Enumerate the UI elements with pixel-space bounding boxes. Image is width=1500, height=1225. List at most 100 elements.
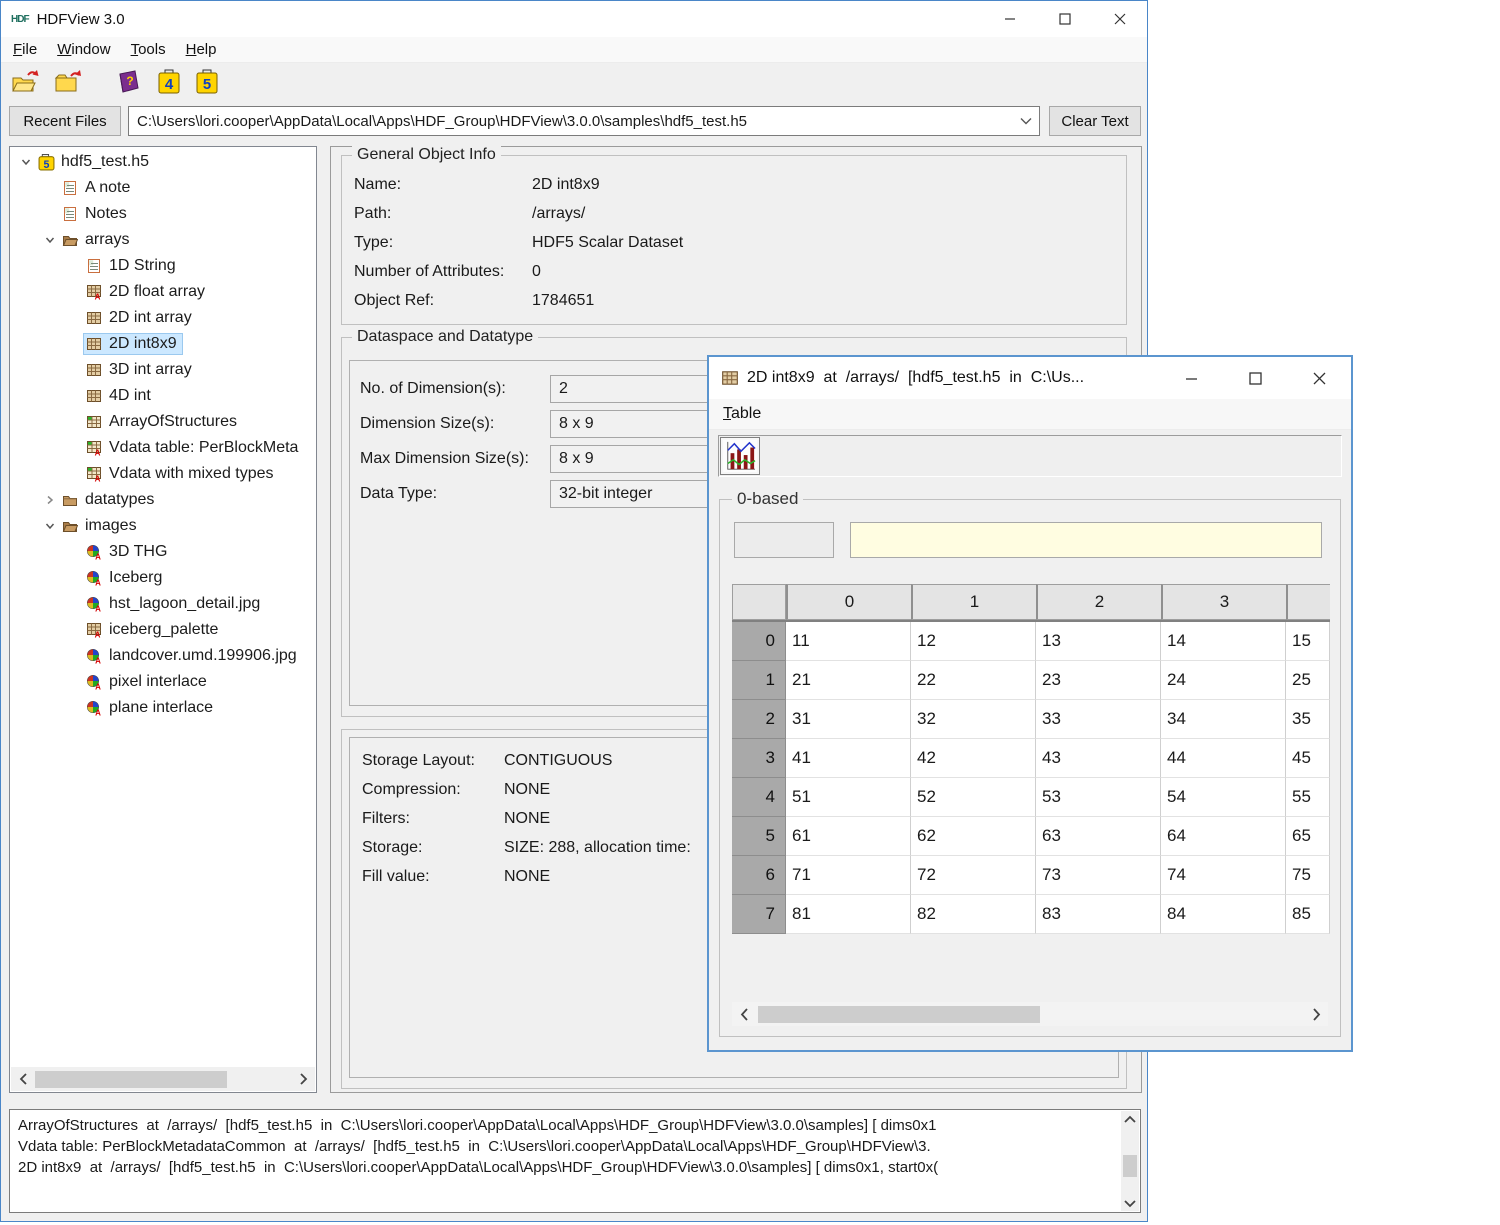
cell-r0c2[interactable]: 13 — [1036, 622, 1161, 661]
expander-closed-icon[interactable] — [40, 494, 60, 506]
tree-item-images[interactable]: images — [10, 513, 314, 539]
cell-value-field[interactable] — [850, 522, 1322, 558]
cell-r6c4[interactable]: 75 — [1286, 856, 1330, 895]
tree-horizontal-scrollbar[interactable] — [11, 1067, 315, 1091]
chevron-down-icon[interactable] — [1013, 117, 1039, 125]
cell-r5c4[interactable]: 65 — [1286, 817, 1330, 856]
scrollbar-thumb[interactable] — [1123, 1155, 1137, 1177]
row-header-6[interactable]: 6 — [732, 856, 786, 895]
cell-r6c0[interactable]: 71 — [786, 856, 911, 895]
tree-item-1d-string[interactable]: 1D String — [10, 253, 314, 279]
cell-r0c0[interactable]: 11 — [786, 622, 911, 661]
tree-item-pixel-interlace[interactable]: Apixel interlace — [10, 669, 314, 695]
cell-r0c4[interactable]: 15 — [1286, 622, 1330, 661]
tree-item-iceberg[interactable]: AIceberg — [10, 565, 314, 591]
clear-text-button[interactable]: Clear Text — [1049, 106, 1141, 136]
cell-r3c4[interactable]: 45 — [1286, 739, 1330, 778]
cell-r2c1[interactable]: 32 — [911, 700, 1036, 739]
cell-r4c2[interactable]: 53 — [1036, 778, 1161, 817]
tree-item-2d-float-array[interactable]: A2D float array — [10, 279, 314, 305]
row-header-7[interactable]: 7 — [732, 895, 786, 934]
table-horizontal-scrollbar[interactable] — [732, 1002, 1328, 1026]
cell-r1c2[interactable]: 23 — [1036, 661, 1161, 700]
tree-item-arrays[interactable]: arrays — [10, 227, 314, 253]
tree-item-vdata-table-perblockmeta[interactable]: AVdata table: PerBlockMeta — [10, 435, 314, 461]
row-header-0[interactable]: 0 — [732, 622, 786, 661]
menu-file[interactable]: File — [3, 41, 47, 58]
cell-r2c3[interactable]: 34 — [1161, 700, 1286, 739]
file-path-combobox[interactable]: C:\Users\lori.cooper\AppData\Local\Apps\… — [128, 106, 1040, 136]
menu-help[interactable]: Help — [176, 41, 227, 58]
tree-item-plane-interlace[interactable]: Aplane interlace — [10, 695, 314, 721]
cell-r5c0[interactable]: 61 — [786, 817, 911, 856]
open-file-icon[interactable] — [11, 69, 39, 95]
row-header-3[interactable]: 3 — [732, 739, 786, 778]
column-header-1[interactable]: 1 — [911, 584, 1036, 620]
cell-r2c4[interactable]: 35 — [1286, 700, 1330, 739]
cell-r3c2[interactable]: 43 — [1036, 739, 1161, 778]
cell-r7c0[interactable]: 81 — [786, 895, 911, 934]
scroll-down-icon[interactable] — [1121, 1195, 1139, 1211]
maximize-button[interactable] — [1037, 1, 1092, 37]
cell-r2c2[interactable]: 33 — [1036, 700, 1161, 739]
scrollbar-thumb[interactable] — [35, 1071, 227, 1088]
expander-open-icon[interactable] — [40, 234, 60, 246]
tree-item-hst-lagoon-detail-jpg[interactable]: Ahst_lagoon_detail.jpg — [10, 591, 314, 617]
tree-item-vdata-with-mixed-types[interactable]: AVdata with mixed types — [10, 461, 314, 487]
cell-r7c2[interactable]: 83 — [1036, 895, 1161, 934]
cell-r3c0[interactable]: 41 — [786, 739, 911, 778]
cell-r5c3[interactable]: 64 — [1161, 817, 1286, 856]
cell-r3c1[interactable]: 42 — [911, 739, 1036, 778]
cell-r1c0[interactable]: 21 — [786, 661, 911, 700]
minimize-button[interactable] — [1159, 357, 1223, 399]
cell-r4c1[interactable]: 52 — [911, 778, 1036, 817]
cell-r7c4[interactable]: 85 — [1286, 895, 1330, 934]
cell-r6c3[interactable]: 74 — [1161, 856, 1286, 895]
scroll-right-icon[interactable] — [1304, 1008, 1328, 1021]
tree-item-3d-int-array[interactable]: 3D int array — [10, 357, 314, 383]
tree-item-datatypes[interactable]: datatypes — [10, 487, 314, 513]
cell-r5c2[interactable]: 63 — [1036, 817, 1161, 856]
tree-item-arrayofstructures[interactable]: ArrayOfStructures — [10, 409, 314, 435]
tree-item-iceberg-palette[interactable]: Aiceberg_palette — [10, 617, 314, 643]
row-header-1[interactable]: 1 — [732, 661, 786, 700]
tree-item-2d-int8x9[interactable]: 2D int8x9 — [10, 331, 314, 357]
row-header-5[interactable]: 5 — [732, 817, 786, 856]
scroll-right-icon[interactable] — [291, 1073, 315, 1085]
scroll-left-icon[interactable] — [11, 1073, 35, 1085]
cell-r7c3[interactable]: 84 — [1161, 895, 1286, 934]
tree-item-notes[interactable]: Notes — [10, 201, 314, 227]
menu-window[interactable]: Window — [47, 41, 120, 58]
recent-files-button[interactable]: Recent Files — [9, 106, 121, 136]
hdf4-icon[interactable]: 4 — [157, 69, 181, 95]
cell-position-field[interactable] — [734, 522, 834, 558]
menu-tools[interactable]: Tools — [121, 41, 176, 58]
scroll-left-icon[interactable] — [732, 1008, 756, 1021]
expander-open-icon[interactable] — [40, 520, 60, 532]
tree-item-hdf5-test-h5[interactable]: 5hdf5_test.h5 — [10, 149, 314, 175]
column-header-2[interactable]: 2 — [1036, 584, 1161, 620]
close-button[interactable] — [1287, 357, 1351, 399]
tree-item-a-note[interactable]: A note — [10, 175, 314, 201]
scrollbar-thumb[interactable] — [758, 1006, 1040, 1023]
hdf5-icon[interactable]: 5 — [195, 69, 219, 95]
tree-item-3d-thg[interactable]: A3D THG — [10, 539, 314, 565]
cell-r4c3[interactable]: 54 — [1161, 778, 1286, 817]
cell-r1c4[interactable]: 25 — [1286, 661, 1330, 700]
cell-r6c2[interactable]: 73 — [1036, 856, 1161, 895]
scroll-up-icon[interactable] — [1121, 1111, 1139, 1127]
menu-table[interactable]: Table — [711, 405, 773, 423]
cell-r3c3[interactable]: 44 — [1161, 739, 1286, 778]
tree-item-4d-int[interactable]: 4D int — [10, 383, 314, 409]
help-book-icon[interactable]: ? — [115, 69, 143, 95]
cell-r7c1[interactable]: 82 — [911, 895, 1036, 934]
tree-item-landcover-umd-199906-jpg[interactable]: Alandcover.umd.199906.jpg — [10, 643, 314, 669]
cell-r0c3[interactable]: 14 — [1161, 622, 1286, 661]
chart-icon[interactable] — [720, 437, 760, 475]
cell-r1c1[interactable]: 22 — [911, 661, 1036, 700]
column-header-partial[interactable] — [1286, 584, 1330, 620]
column-header-3[interactable]: 3 — [1161, 584, 1286, 620]
close-button[interactable] — [1092, 1, 1147, 37]
maximize-button[interactable] — [1223, 357, 1287, 399]
cell-r5c1[interactable]: 62 — [911, 817, 1036, 856]
